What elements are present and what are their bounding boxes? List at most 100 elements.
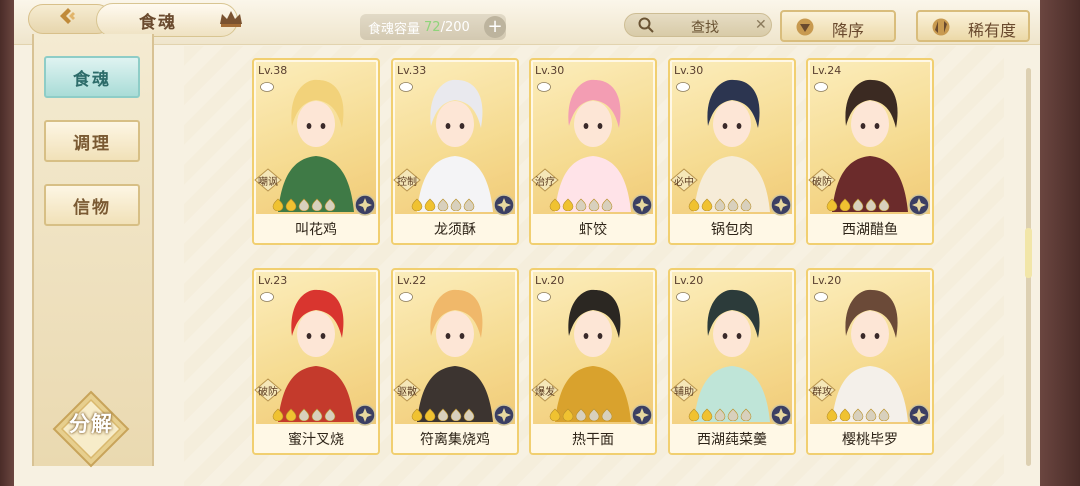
rarity-badge-icon bbox=[631, 194, 653, 216]
star-icon bbox=[424, 198, 436, 211]
star-rating bbox=[549, 408, 613, 421]
star-rating bbox=[411, 198, 475, 211]
role-tag: 破防 bbox=[254, 378, 282, 402]
star-icon bbox=[411, 408, 423, 421]
sort-order-button[interactable]: 降序 bbox=[780, 10, 896, 42]
add-capacity-button[interactable]: + bbox=[484, 16, 506, 38]
food-soul-card[interactable]: Lv.23 破防 蜜汁叉烧 bbox=[252, 268, 380, 455]
star-icon bbox=[688, 198, 700, 211]
star-icon bbox=[714, 408, 726, 421]
star-icon bbox=[601, 198, 613, 211]
page-title: 食魂 bbox=[139, 12, 177, 33]
star-rating bbox=[549, 198, 613, 211]
star-icon bbox=[562, 408, 574, 421]
role-label: 爆发 bbox=[535, 386, 555, 398]
back-arrow-icon bbox=[60, 8, 75, 24]
triangle-down-icon bbox=[796, 18, 814, 36]
chat-bubble-icon bbox=[814, 292, 828, 302]
star-icon bbox=[727, 408, 739, 421]
star-icon bbox=[701, 408, 713, 421]
role-tag: 必中 bbox=[670, 168, 698, 192]
chat-bubble-icon bbox=[260, 82, 274, 92]
role-label: 破防 bbox=[258, 386, 278, 398]
star-icon bbox=[298, 198, 310, 211]
star-icon bbox=[740, 198, 752, 211]
rarity-badge-icon bbox=[354, 404, 376, 426]
food-soul-card[interactable]: Lv.22 驱散 符离集烧鸡 bbox=[391, 268, 519, 455]
food-soul-card[interactable]: Lv.20 群攻 樱桃毕罗 bbox=[806, 268, 934, 455]
frame-left bbox=[0, 0, 14, 486]
card-level: Lv.30 bbox=[674, 64, 704, 77]
star-icon bbox=[450, 408, 462, 421]
role-label: 辅助 bbox=[674, 386, 694, 398]
scrollbar-thumb[interactable] bbox=[1025, 228, 1032, 278]
role-label: 群攻 bbox=[812, 386, 832, 398]
search-placeholder: 查找 bbox=[691, 20, 719, 36]
sidebar-tab-food-soul[interactable]: 食魂 bbox=[44, 56, 140, 98]
card-name: 热干面 bbox=[531, 424, 655, 453]
star-icon bbox=[701, 198, 713, 211]
role-tag: 嘲讽 bbox=[254, 168, 282, 192]
food-soul-card[interactable]: Lv.24 破防 西湖醋鱼 bbox=[806, 58, 934, 245]
star-icon bbox=[411, 198, 423, 211]
clear-icon[interactable]: ✕ bbox=[755, 17, 767, 33]
food-soul-card[interactable]: Lv.30 治疗 虾饺 bbox=[529, 58, 657, 245]
chat-bubble-icon bbox=[814, 82, 828, 92]
star-icon bbox=[324, 408, 336, 421]
card-level: Lv.20 bbox=[535, 274, 565, 287]
card-level: Lv.23 bbox=[258, 274, 288, 287]
role-label: 驱散 bbox=[397, 386, 417, 398]
sidebar-tab-token[interactable]: 信物 bbox=[44, 184, 140, 226]
star-icon bbox=[311, 198, 323, 211]
star-icon bbox=[285, 408, 297, 421]
sort-order-label: 降序 bbox=[832, 21, 865, 40]
food-soul-card[interactable]: Lv.33 控制 龙须酥 bbox=[391, 58, 519, 245]
star-icon bbox=[285, 198, 297, 211]
page-title-tab: 食魂 bbox=[96, 3, 238, 37]
role-tag: 辅助 bbox=[670, 378, 698, 402]
card-level: Lv.33 bbox=[397, 64, 427, 77]
card-name: 叫花鸡 bbox=[254, 214, 378, 243]
star-icon bbox=[878, 408, 890, 421]
star-rating bbox=[826, 198, 890, 211]
star-rating bbox=[411, 408, 475, 421]
star-icon bbox=[740, 408, 752, 421]
rarity-badge-icon bbox=[770, 194, 792, 216]
role-tag: 爆发 bbox=[531, 378, 559, 402]
rarity-badge-icon bbox=[631, 404, 653, 426]
card-name: 西湖莼菜羹 bbox=[670, 424, 794, 453]
food-soul-card[interactable]: Lv.20 辅助 西湖莼菜羹 bbox=[668, 268, 796, 455]
role-tag: 破防 bbox=[808, 168, 836, 192]
star-icon bbox=[424, 408, 436, 421]
star-icon bbox=[865, 198, 877, 211]
star-icon bbox=[575, 198, 587, 211]
decompose-label[interactable]: 分解 bbox=[50, 408, 132, 438]
star-rating bbox=[688, 408, 752, 421]
crown-icon[interactable] bbox=[218, 8, 244, 30]
star-icon bbox=[437, 408, 449, 421]
star-icon bbox=[839, 408, 851, 421]
rarity-badge-icon bbox=[908, 194, 930, 216]
chat-bubble-icon bbox=[399, 292, 413, 302]
role-label: 嘲讽 bbox=[258, 176, 278, 188]
capacity-current: 72 bbox=[424, 19, 441, 35]
food-soul-card[interactable]: Lv.30 必中 锅包肉 bbox=[668, 58, 796, 245]
star-icon bbox=[688, 408, 700, 421]
frame-right bbox=[1040, 0, 1080, 486]
star-rating bbox=[272, 408, 336, 421]
star-icon bbox=[272, 408, 284, 421]
star-icon bbox=[311, 408, 323, 421]
search-input[interactable]: 查找 ✕ bbox=[624, 13, 772, 37]
card-grid: Lv.38 嘲讽 叫花鸡 Lv.33 控制 龙须酥 Lv.30 治疗 虾饺 Lv.30 必中 锅包肉 L… bbox=[184, 46, 1004, 486]
role-label: 必中 bbox=[674, 176, 694, 188]
star-icon bbox=[878, 198, 890, 211]
star-icon bbox=[826, 198, 838, 211]
food-soul-card[interactable]: Lv.20 爆发热干面 bbox=[529, 268, 657, 455]
sidebar-tab-conditioning[interactable]: 调理 bbox=[44, 120, 140, 162]
capacity-label: 食魂容量 bbox=[368, 21, 421, 37]
sort-rarity-button[interactable]: 稀有度 bbox=[916, 10, 1030, 42]
star-icon bbox=[852, 198, 864, 211]
chat-bubble-icon bbox=[537, 292, 551, 302]
chat-bubble-icon bbox=[399, 82, 413, 92]
food-soul-card[interactable]: Lv.38 嘲讽 叫花鸡 bbox=[252, 58, 380, 245]
